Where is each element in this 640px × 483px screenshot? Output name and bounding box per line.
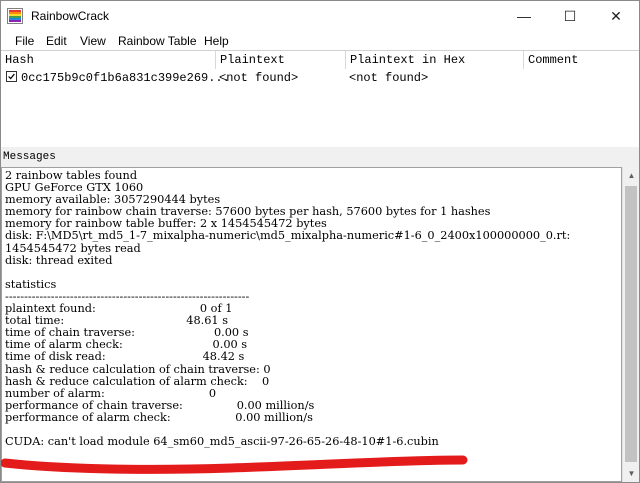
minimize-button[interactable]: — (501, 1, 547, 31)
pane-splitter[interactable] (1, 147, 639, 151)
messages-text: 2 rainbow tables found GPU GeForce GTX 1… (5, 169, 571, 449)
menu-edit[interactable]: Edit (46, 32, 67, 50)
messages-label: Messages (3, 151, 56, 163)
plaintext-hex-cell: <not found> (349, 71, 429, 85)
messages-scrollbar[interactable]: ▲ ▼ (622, 167, 639, 482)
scroll-down-arrow-icon[interactable]: ▼ (623, 465, 639, 482)
menu-file[interactable]: File (15, 32, 34, 50)
close-button[interactable]: ✕ (593, 1, 639, 31)
window-title: RainbowCrack (31, 9, 110, 23)
menu-bar: File Edit View Rainbow Table Help (1, 31, 639, 50)
column-header-comment[interactable]: Comment (524, 51, 639, 69)
menu-view[interactable]: View (80, 32, 106, 50)
scroll-thumb[interactable] (625, 186, 637, 462)
menu-rainbow-table[interactable]: Rainbow Table (118, 32, 197, 50)
scroll-up-arrow-icon[interactable]: ▲ (623, 167, 639, 184)
hash-list[interactable]: Hash Plaintext Plaintext in Hex Comment … (1, 50, 639, 149)
plaintext-cell: <not found> (219, 71, 299, 85)
red-underline-annotation (1, 455, 468, 474)
messages-textbox[interactable]: 2 rainbow tables found GPU GeForce GTX 1… (1, 167, 622, 482)
rainbowcrack-app-icon (7, 8, 23, 24)
column-header-plaintext-hex[interactable]: Plaintext in Hex (346, 51, 524, 69)
column-header-plaintext[interactable]: Plaintext (216, 51, 346, 69)
hash-cell[interactable]: 0cc175b9c0f1b6a831c399e269... (21, 70, 230, 86)
rainbowcrack-window: RainbowCrack — ☐ ✕ File Edit View Rainbo… (0, 0, 640, 483)
maximize-button[interactable]: ☐ (547, 1, 593, 31)
column-header-hash[interactable]: Hash (1, 51, 216, 69)
title-bar[interactable]: RainbowCrack — ☐ ✕ (1, 1, 639, 31)
menu-help[interactable]: Help (204, 32, 229, 50)
checkbox-checked-icon[interactable] (6, 71, 17, 82)
